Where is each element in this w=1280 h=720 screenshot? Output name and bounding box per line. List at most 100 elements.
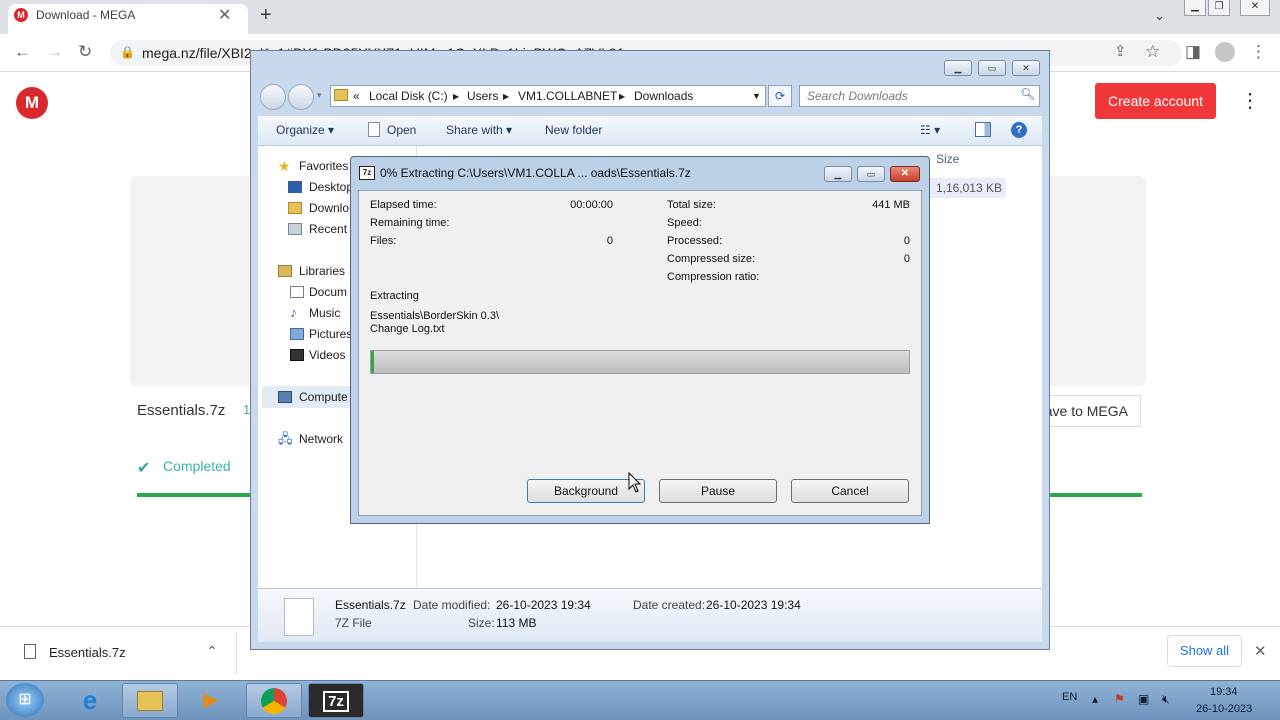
file-size-cell[interactable]: 1,16,013 KB [930, 178, 1006, 198]
nav-pictures[interactable]: Pictures [309, 327, 352, 341]
downloaded-file-name[interactable]: Essentials.7z [49, 645, 126, 660]
chrome-taskbar-button[interactable] [246, 683, 302, 718]
shelf-divider [236, 632, 237, 674]
total-size-value: 441 MB [872, 199, 910, 211]
elapsed-time-label: Elapsed time: [370, 199, 437, 211]
breadcrumb-vm1[interactable]: VM1.COLLABNET [518, 89, 617, 103]
close-shelf-icon[interactable]: ✕ [1254, 642, 1267, 660]
documents-icon [290, 286, 304, 298]
mega-file-name: Essentials.7z [137, 402, 226, 419]
tab-title: Download - MEGA [36, 8, 136, 22]
open-file-icon [368, 122, 380, 137]
clock-date[interactable]: 26-10-2023 [1196, 703, 1252, 715]
nav-documents[interactable]: Docum [309, 285, 347, 299]
recent-pages-chevron-icon[interactable]: ▾ [317, 90, 322, 101]
dialog-minimize-button[interactable]: ▁ [824, 166, 852, 182]
breadcrumb-downloads[interactable]: Downloads [634, 89, 693, 103]
chevron-up-icon[interactable]: ⌃ [206, 643, 218, 660]
downloads-folder-icon [288, 202, 302, 214]
check-icon: ✔ [137, 460, 151, 477]
current-file: Change Log.txt [370, 323, 445, 335]
dialog-close-button[interactable]: ✕ [890, 166, 920, 182]
details-date-modified-label: Date modified: [413, 598, 491, 612]
nav-downloads[interactable]: Downlo [309, 201, 349, 215]
nav-videos[interactable]: Videos [309, 348, 345, 362]
network-tray-icon[interactable]: ▣ [1138, 692, 1149, 706]
language-indicator[interactable]: EN [1062, 691, 1077, 703]
breadcrumb-users[interactable]: Users [467, 89, 498, 103]
star-icon[interactable]: ☆ [1145, 42, 1160, 62]
lock-icon[interactable]: 🔒 [120, 45, 135, 59]
tab-close-icon[interactable]: ✕ [218, 5, 231, 25]
save-to-mega-button[interactable]: ave to MEGA [1034, 395, 1141, 427]
nav-libraries[interactable]: Libraries [299, 264, 345, 278]
breadcrumb-overflow[interactable]: « [353, 89, 360, 103]
menu-icon[interactable]: ⋮ [1250, 42, 1267, 62]
view-options-icon[interactable]: ☷ ▾ [920, 123, 940, 137]
create-account-button[interactable]: Create account [1095, 83, 1216, 119]
files-label: Files: [370, 235, 397, 247]
media-player-icon[interactable]: ▶ [194, 684, 228, 716]
chrome-icon [261, 688, 287, 714]
organize-menu[interactable]: Organize ▾ [276, 123, 334, 137]
pictures-icon [290, 328, 304, 340]
download-status: Completed [163, 458, 231, 474]
libraries-icon [278, 265, 292, 277]
column-header-size[interactable]: Size [936, 152, 959, 166]
nav-desktop[interactable]: Desktop [309, 180, 353, 194]
explorer-maximize-button[interactable]: ▭ [978, 60, 1006, 76]
cancel-button[interactable]: Cancel [791, 479, 909, 503]
tab-search-chevron-icon[interactable]: ⌄ [1154, 8, 1165, 24]
internet-explorer-icon[interactable]: e [70, 682, 110, 718]
sidebar-icon[interactable]: ◨ [1185, 42, 1201, 62]
help-icon[interactable]: ? [1011, 122, 1027, 138]
desktop-icon [288, 181, 302, 193]
share-with-menu[interactable]: Share with ▾ [446, 123, 512, 137]
explorer-minimize-button[interactable]: ▁ [944, 60, 972, 76]
address-dropdown-icon[interactable]: ▼ [752, 91, 761, 101]
recent-places-icon [288, 223, 302, 235]
folder-icon [137, 691, 163, 711]
arrow-left-icon[interactable]: ← [14, 42, 31, 62]
mega-menu-icon[interactable]: ⋮ [1240, 88, 1260, 113]
action-center-icon[interactable]: ⚑ [1114, 692, 1125, 706]
show-all-button[interactable]: Show all [1167, 635, 1242, 667]
back-button[interactable] [260, 84, 286, 110]
arrow-right-icon[interactable]: → [46, 42, 63, 62]
new-folder-button[interactable]: New folder [545, 123, 602, 137]
forward-button[interactable] [288, 84, 314, 110]
breadcrumb-separator-icon: ▸ [503, 89, 510, 103]
volume-muted-icon[interactable]: 🔇︎ [1162, 692, 1170, 707]
open-button[interactable]: Open [387, 123, 416, 137]
breadcrumb-local-disk[interactable]: Local Disk (C:) [369, 89, 448, 103]
mega-logo[interactable]: M [16, 87, 48, 119]
preview-pane-icon[interactable] [975, 122, 991, 137]
explorer-taskbar-button[interactable] [122, 683, 178, 718]
new-tab-button[interactable]: + [260, 4, 272, 27]
profile-icon[interactable] [1215, 42, 1235, 62]
close-window-button[interactable]: ✕ [1240, 0, 1270, 16]
computer-icon [278, 391, 292, 403]
download-progress-bar [137, 493, 253, 497]
search-icon[interactable]: 🔍︎ [1020, 87, 1035, 101]
start-button[interactable]: ⊞ [6, 683, 44, 717]
nav-computer[interactable]: Compute [299, 390, 348, 404]
show-hidden-icons-icon[interactable]: ▴ [1092, 692, 1098, 706]
reload-icon[interactable]: ↻ [78, 42, 92, 62]
pause-button[interactable]: Pause [659, 479, 777, 503]
refresh-icon[interactable]: ⟳ [768, 85, 792, 107]
dialog-maximize-button[interactable]: ▭ [857, 166, 885, 182]
nav-recent[interactable]: Recent [309, 222, 347, 236]
explorer-close-button[interactable]: ✕ [1012, 60, 1040, 76]
total-size-label: Total size: [667, 199, 716, 211]
compression-ratio-label: Compression ratio: [667, 271, 760, 283]
restore-button[interactable]: ❐ [1208, 0, 1230, 16]
nav-network[interactable]: Network [299, 432, 343, 446]
7zip-taskbar-button[interactable]: 7z [308, 683, 364, 718]
nav-favorites[interactable]: Favorites [299, 159, 348, 173]
minimize-button[interactable]: ▁ [1184, 0, 1206, 16]
clock-time[interactable]: 19:34 [1210, 686, 1238, 698]
7zip-label: 7z [323, 691, 349, 712]
nav-music[interactable]: Music [309, 306, 340, 320]
share-icon[interactable]: ⇪ [1114, 42, 1127, 60]
